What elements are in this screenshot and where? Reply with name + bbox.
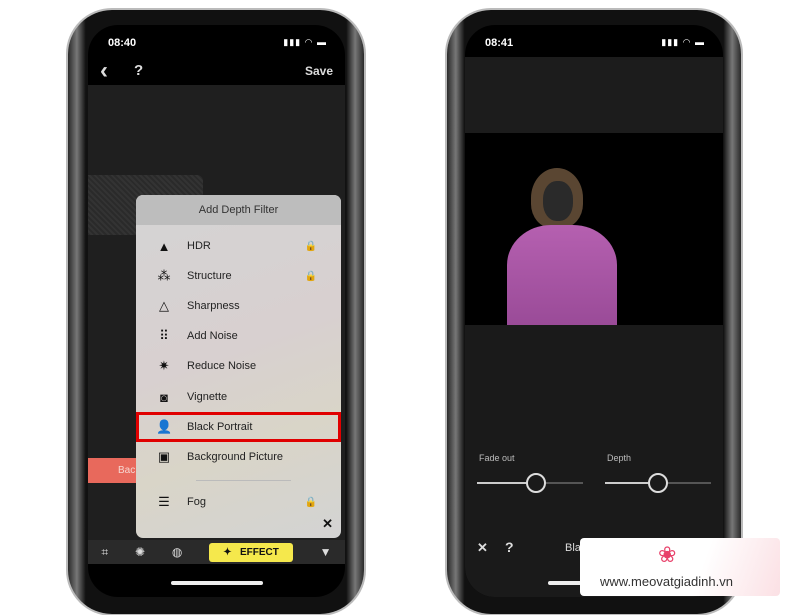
- bottom-toolbar: ⌗ ✺ ◍ ✦ EFFECT ▼: [88, 540, 345, 564]
- menu-item-label: HDR: [187, 240, 211, 252]
- status-time: 08:40: [108, 37, 137, 49]
- filter-title: Bla: [565, 542, 581, 554]
- menu-item-label: Black Portrait: [187, 421, 253, 433]
- structure-icon: ⁂: [157, 268, 171, 283]
- save-button[interactable]: Save: [305, 64, 333, 78]
- menu-item-label: Vignette: [187, 391, 228, 403]
- depth-slider[interactable]: [605, 473, 711, 493]
- magic-wand-icon: ✦: [223, 546, 232, 558]
- portrait-icon: 👤: [156, 419, 173, 434]
- home-indicator: [170, 581, 263, 585]
- menu-item-vignette[interactable]: ◙ Vignette: [136, 382, 341, 412]
- menu-item-fog[interactable]: ☰ Fog 🔒: [136, 487, 341, 517]
- subject-face: [543, 181, 573, 221]
- menu-item-label: Background Picture: [187, 451, 283, 463]
- lens-icon[interactable]: ◍: [172, 545, 182, 559]
- triangle-icon: △: [159, 298, 169, 313]
- menu-title: Add Depth Filter: [136, 195, 341, 225]
- status-icons: ▮▮▮ ◠ ▬: [661, 37, 705, 47]
- portrait-image: [465, 133, 723, 325]
- left-screen: 08:40 ▮▮▮ ◠ ▬ ‹ ? Save Bac Add Depth Fil…: [88, 25, 345, 597]
- mountain-icon: ▲: [157, 238, 171, 254]
- menu-item-label: Fog: [187, 496, 206, 508]
- left-phone: 08:40 ▮▮▮ ◠ ▬ ‹ ? Save Bac Add Depth Fil…: [68, 10, 364, 614]
- menu-item-label: Add Noise: [187, 330, 238, 342]
- crop-icon[interactable]: ⌗: [101, 545, 108, 560]
- depth-filter-menu: Add Depth Filter ▲ HDR 🔒 ⁂ Structure 🔒 △ Sharpn…: [136, 195, 341, 538]
- noise-icon: ⠿: [159, 328, 169, 343]
- menu-item-hdr[interactable]: ▲ HDR 🔒: [136, 231, 341, 261]
- close-menu-button[interactable]: ✕: [322, 516, 333, 532]
- fade-out-label: Fade out: [479, 453, 515, 463]
- menu-item-black-portrait[interactable]: 👤 Black Portrait: [136, 412, 341, 442]
- subject-jacket: [507, 225, 617, 325]
- menu-item-label: Structure: [187, 270, 232, 282]
- effect-label: EFFECT: [239, 546, 279, 558]
- depth-label: Depth: [607, 453, 632, 463]
- effect-tab[interactable]: ✦ EFFECT: [209, 542, 293, 562]
- brush-icon[interactable]: ▼: [320, 545, 332, 559]
- menu-item-structure[interactable]: ⁂ Structure 🔒: [136, 261, 341, 291]
- vignette-icon: ◙: [160, 389, 168, 405]
- menu-divider: [196, 480, 291, 481]
- menu-item-add-noise[interactable]: ⠿ Add Noise: [136, 321, 341, 351]
- menu-item-label: Reduce Noise: [187, 360, 257, 372]
- back-button[interactable]: ‹: [100, 57, 108, 85]
- menu-item-sharpness[interactable]: △ Sharpness: [136, 291, 341, 321]
- lotus-logo: ❀: [658, 542, 677, 567]
- close-button[interactable]: ✕: [477, 540, 488, 556]
- notch: [161, 25, 272, 43]
- watermark: ❀ www.meovatgiadinh.vn: [580, 538, 780, 596]
- help-button[interactable]: ?: [134, 62, 143, 79]
- slider-knob[interactable]: [648, 473, 668, 493]
- picture-icon: ▣: [157, 449, 171, 464]
- right-screen: 08:41 ▮▮▮ ◠ ▬ Fade out Depth ✕ ? Bla: [465, 25, 723, 597]
- status-time: 08:41: [485, 37, 514, 49]
- top-area: [465, 57, 723, 133]
- watermark-text: www.meovatgiadinh.vn: [600, 574, 733, 589]
- lock-icon: 🔒: [304, 270, 317, 282]
- right-phone: 08:41 ▮▮▮ ◠ ▬ Fade out Depth ✕ ? Bla: [447, 10, 741, 614]
- fade-out-slider[interactable]: [477, 473, 583, 493]
- help-button[interactable]: ?: [505, 539, 514, 555]
- burst-icon: ✷: [158, 358, 170, 373]
- status-icons: ▮▮▮ ◠ ▬: [283, 37, 327, 47]
- notch: [539, 25, 649, 43]
- menu-item-label: Sharpness: [187, 300, 240, 312]
- menu-item-background-picture[interactable]: ▣ Background Picture: [136, 442, 341, 472]
- lock-icon: 🔒: [304, 240, 317, 252]
- menu-item-reduce-noise[interactable]: ✷ Reduce Noise: [136, 351, 341, 381]
- aperture-icon[interactable]: ✺: [135, 545, 145, 559]
- fog-icon: ☰: [158, 494, 170, 509]
- lock-icon: 🔒: [304, 496, 317, 508]
